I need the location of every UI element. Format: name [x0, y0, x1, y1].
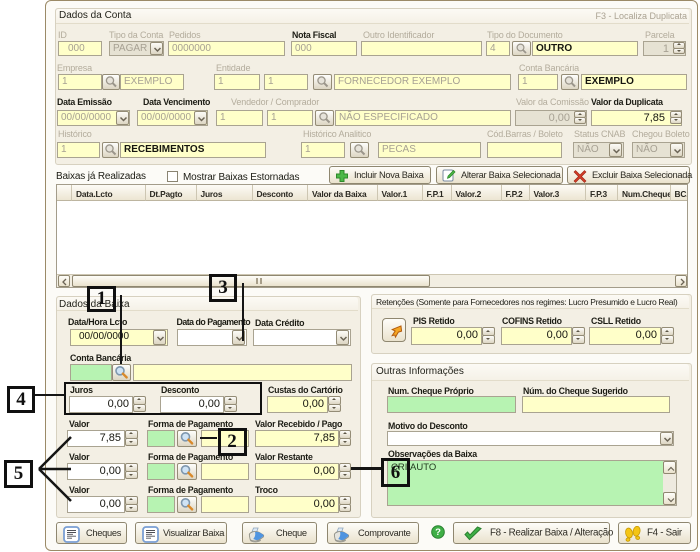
- svg-text:?: ?: [435, 527, 441, 538]
